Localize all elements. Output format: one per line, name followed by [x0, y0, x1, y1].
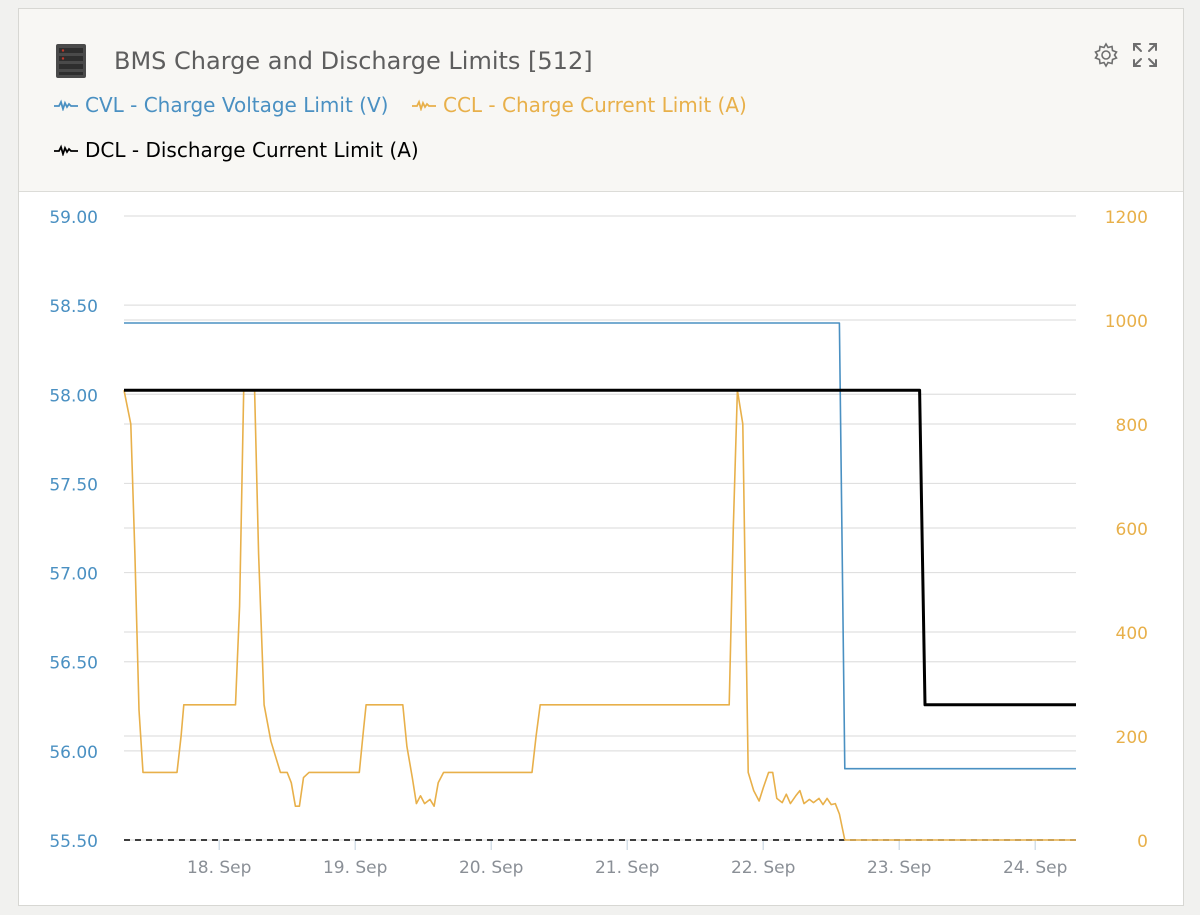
y-left-tick-label: 57.50	[49, 475, 98, 495]
x-tick-label: 22. Sep	[731, 858, 795, 878]
y-left-tick-label: 56.00	[49, 743, 98, 763]
series-line-ccl	[123, 389, 1076, 841]
x-tick-label: 19. Sep	[323, 858, 387, 878]
x-tick-label: 21. Sep	[595, 858, 659, 878]
y-left-tick-label: 58.00	[49, 386, 98, 406]
y-right-tick-label: 1200	[1105, 208, 1148, 228]
line-chart: 55.50 56.00 56.50 57.00 57.50 58.00 58.50 59.00…	[49, 208, 1148, 878]
y-left-tick-label: 58.50	[49, 297, 98, 317]
y-right-tick-label: 800	[1116, 416, 1148, 436]
y-right-tick-label: 600	[1116, 520, 1148, 540]
y-left-tick-label: 57.00	[49, 565, 98, 585]
y-right-tick-label: 200	[1116, 728, 1148, 748]
y-right-tick-label: 0	[1137, 832, 1148, 852]
x-tick-label: 18. Sep	[187, 858, 251, 878]
x-tick-label: 20. Sep	[459, 858, 523, 878]
y-right-tick-label: 400	[1116, 624, 1148, 644]
y-left-tick-label: 59.00	[49, 208, 98, 228]
y-left-tick-label: 55.50	[49, 832, 98, 852]
y-left-tick-label: 56.50	[49, 654, 98, 674]
series-line-dcl	[124, 388, 1076, 707]
y-right-tick-label: 1000	[1105, 312, 1148, 332]
x-tick-label: 24. Sep	[1003, 858, 1067, 878]
x-tick-label: 23. Sep	[867, 858, 931, 878]
